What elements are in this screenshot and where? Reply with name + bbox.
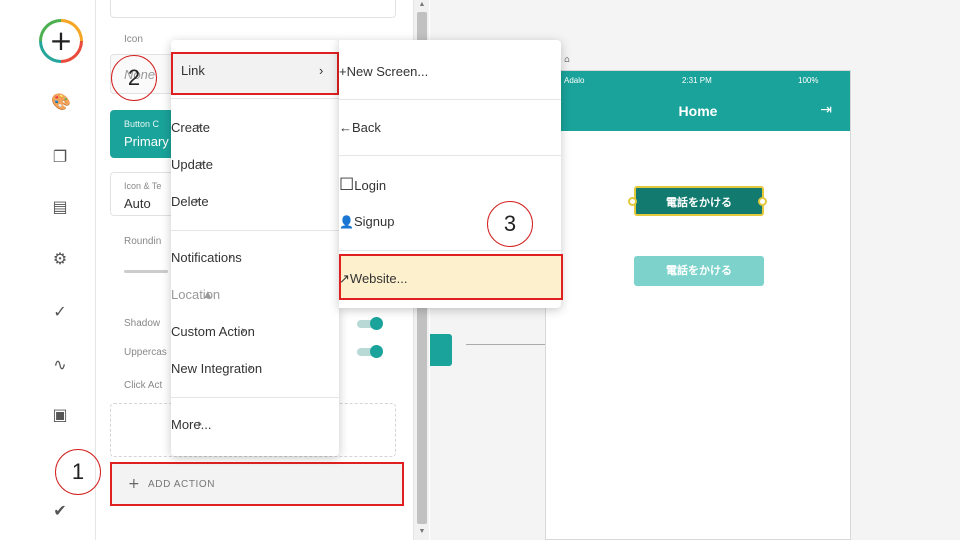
menu-item-create[interactable]: Create ›: [171, 113, 210, 143]
top-field[interactable]: [110, 0, 396, 18]
scroll-up-icon[interactable]: ▲: [417, 1, 427, 8]
checkmarks-icon[interactable]: ✓: [51, 303, 69, 321]
status-battery: 100%: [798, 76, 819, 85]
window-icon: ☐: [339, 175, 355, 194]
menu-item-custom-action[interactable]: Custom Action ›: [171, 317, 255, 347]
submenu-item-back[interactable]: ←Back: [339, 113, 381, 143]
uppercase-toggle[interactable]: [357, 345, 383, 358]
toggle-knob: [370, 317, 383, 330]
divider: [171, 98, 339, 99]
chevron-right-icon: ›: [227, 250, 233, 265]
icon-label: Icon: [124, 34, 143, 45]
palette-icon[interactable]: 🎨: [51, 93, 71, 111]
submenu-item-signup[interactable]: 👤Signup: [339, 207, 394, 237]
gear-icon[interactable]: ⚙: [51, 250, 69, 268]
chevron-right-icon: ›: [197, 417, 203, 432]
icon-text-value: Auto: [124, 196, 151, 211]
chevron-right-icon: ›: [195, 120, 202, 135]
menu-item-location: Location ▲: [171, 280, 220, 310]
app-title: Home: [678, 103, 718, 119]
call-button[interactable]: 電話をかける: [634, 256, 764, 286]
submenu-item-label: Login: [354, 178, 387, 193]
call-button-selected[interactable]: 電話をかける: [634, 186, 764, 216]
click-actions-label: Click Act: [124, 380, 163, 391]
add-action-button[interactable]: + ADD ACTION: [110, 462, 404, 506]
submenu-item-label: New Screen...: [346, 64, 429, 79]
link-submenu-items: +New Screen... ←Back ☐Login 👤Signup ↗Web…: [339, 40, 561, 308]
user-add-icon: 👤: [339, 215, 354, 229]
menu-item-notifications[interactable]: Notifications ›: [171, 243, 242, 273]
submenu-item-label: Signup: [353, 214, 395, 229]
submenu-item-login[interactable]: ☐Login: [339, 170, 386, 200]
menu-item-more[interactable]: More... ›: [171, 410, 211, 440]
phone-screen[interactable]: Adalo 2:31 PM 100% Home ⇥ 電話をかける 電話をかける: [545, 70, 851, 540]
menu-item-label: Update: [171, 157, 213, 172]
menu-item-label: Delete: [171, 194, 209, 209]
uppercase-label: Uppercas: [124, 347, 167, 358]
plus-icon: +: [42, 22, 80, 60]
chevron-right-icon: ›: [247, 361, 254, 376]
screens-icon[interactable]: ❐: [51, 148, 69, 166]
rounding-label: Roundin: [124, 236, 162, 247]
submenu-item-label: Back: [352, 120, 381, 135]
icon-text-label: Icon & Te: [124, 181, 162, 191]
button-color-value: Primary: [124, 134, 169, 149]
home-icon: ⌂: [564, 55, 570, 65]
arrow-left-icon: ←: [339, 120, 352, 135]
callout-2: 2: [111, 55, 157, 101]
scroll-down-icon[interactable]: ▼: [417, 528, 427, 535]
plus-icon: +: [339, 64, 347, 79]
add-action-label: ADD ACTION: [148, 479, 216, 490]
callout-1: 1: [55, 449, 101, 495]
plus-icon: +: [128, 476, 140, 492]
shadow-toggle[interactable]: [357, 317, 383, 330]
divider: [171, 397, 339, 398]
menu-item-label: Location: [171, 287, 221, 302]
chevron-right-icon: ›: [198, 157, 204, 172]
menu-item-label: More...: [171, 417, 212, 432]
shadow-label: Shadow: [124, 318, 161, 329]
status-carrier: Adalo: [564, 76, 585, 85]
warning-icon: ▲: [204, 290, 212, 300]
button-color-field[interactable]: Button C Primary: [110, 110, 180, 158]
badge-icon[interactable]: ✔: [51, 502, 69, 520]
divider: [339, 250, 561, 251]
menu-item-update[interactable]: Update ›: [171, 150, 213, 180]
status-bar: Adalo 2:31 PM 100%: [546, 71, 850, 91]
external-link-icon: ↗: [339, 271, 350, 286]
submenu-item-label: Website...: [349, 271, 408, 286]
logout-icon[interactable]: ⇥: [820, 102, 832, 118]
divider: [171, 230, 339, 231]
resize-handle-left[interactable]: [628, 197, 637, 206]
app-bar: Home ⇥: [546, 91, 850, 131]
submenu-item-website[interactable]: ↗Website...: [339, 264, 407, 294]
button-color-label: Button C: [124, 119, 160, 129]
submenu-item-new-screen[interactable]: +New Screen...: [339, 57, 428, 87]
resize-handle-right[interactable]: [758, 197, 767, 206]
menu-item-label: Create: [171, 120, 211, 135]
action-menu-items: Create › Update › Delete › Notifications › L…: [171, 40, 339, 456]
callout-3: 3: [487, 201, 533, 247]
menu-item-delete[interactable]: Delete ›: [171, 187, 209, 217]
collapse-tab[interactable]: [430, 334, 452, 366]
link-connector: [466, 344, 546, 345]
add-component-button[interactable]: +: [39, 19, 83, 63]
status-time: 2:31 PM: [682, 76, 712, 85]
rounding-slider[interactable]: [124, 270, 168, 273]
analytics-icon[interactable]: ∿: [51, 356, 69, 374]
divider: [339, 155, 561, 156]
toggle-knob: [370, 345, 383, 358]
chevron-right-icon: ›: [194, 194, 200, 209]
menu-item-new-integration[interactable]: New Integration ›: [171, 354, 262, 384]
publish-icon[interactable]: ▣: [51, 406, 69, 424]
document-icon[interactable]: ▤: [51, 198, 69, 216]
chevron-right-icon: ›: [240, 324, 246, 339]
divider: [339, 99, 561, 100]
